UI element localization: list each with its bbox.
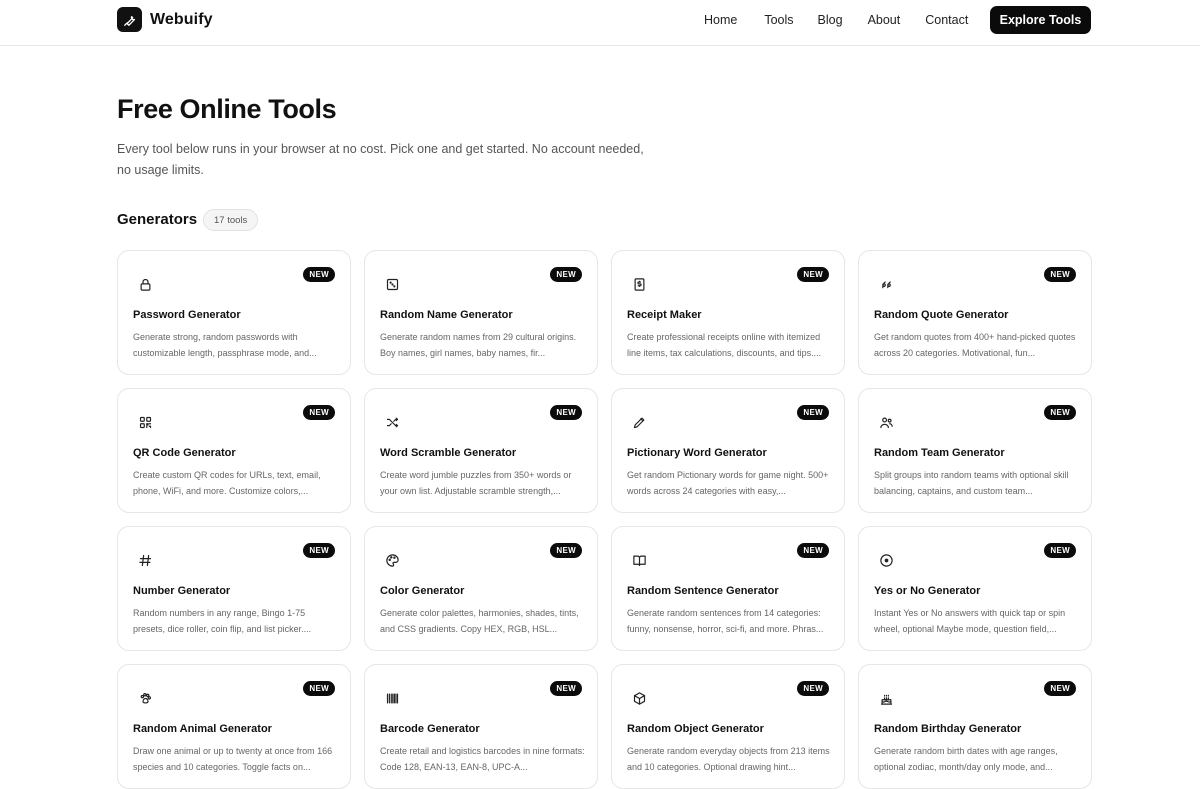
tool-card-description: Generate color palettes, harmonies, shad…: [380, 608, 579, 634]
lock-icon: [133, 272, 157, 296]
nav-link-home[interactable]: Home: [704, 13, 737, 27]
circle-dot-icon: [874, 548, 898, 572]
pencil-icon: [627, 410, 651, 434]
explore-tools-button[interactable]: Explore Tools: [990, 6, 1091, 34]
tool-card-description: Generate random birth dates with age ran…: [874, 746, 1058, 772]
tool-card-title: Random Birthday Generator: [874, 723, 1022, 735]
quote-icon: [874, 272, 898, 296]
tool-card-title: Yes or No Generator: [874, 585, 981, 597]
users-icon: [874, 410, 898, 434]
qr-code-icon: [133, 410, 157, 434]
new-badge: NEW: [1044, 405, 1076, 420]
tool-card[interactable]: NEW Yes or No Generator Instant Yes or No …: [858, 526, 1092, 651]
barcode-icon: [380, 686, 404, 710]
new-badge: NEW: [303, 681, 335, 696]
new-badge: NEW: [797, 681, 829, 696]
tool-card-description: Split groups into random teams with opti…: [874, 470, 1069, 496]
tool-card[interactable]: NEW Random Birthday Generator Generate ran…: [858, 664, 1092, 789]
tool-card-title: Random Quote Generator: [874, 309, 1009, 321]
box-icon: [627, 686, 651, 710]
tool-card-title: Barcode Generator: [380, 723, 480, 735]
nav-link-about[interactable]: About: [868, 13, 901, 27]
tool-card-title: Receipt Maker: [627, 309, 702, 321]
tool-card-description: Create custom QR codes for URLs, text, e…: [133, 470, 321, 496]
tool-card[interactable]: NEW Random Team Generator Split groups int…: [858, 388, 1092, 513]
tool-count-badge: 17 tools: [203, 209, 259, 231]
tool-card[interactable]: NEW Number Generator Random numbers in any…: [117, 526, 351, 651]
new-badge: NEW: [1044, 543, 1076, 558]
new-badge: NEW: [303, 405, 335, 420]
new-badge: NEW: [550, 681, 582, 696]
nav-link-tools[interactable]: Tools: [764, 13, 793, 27]
new-badge: NEW: [797, 267, 829, 282]
tool-card-description: Generate random names from 29 cultural o…: [380, 332, 577, 358]
new-badge: NEW: [797, 405, 829, 420]
tool-card[interactable]: NEW Random Sentence Generator Generate ran…: [611, 526, 845, 651]
tool-card-title: Password Generator: [133, 309, 241, 321]
cake-icon: [874, 686, 898, 710]
new-badge: NEW: [550, 267, 582, 282]
tool-card[interactable]: NEW Random Object Generator Generate rando…: [611, 664, 845, 789]
tool-card-description: Get random quotes from 400+ hand-picked …: [874, 332, 1076, 358]
tool-card-title: Pictionary Word Generator: [627, 447, 767, 459]
tool-card[interactable]: NEW Random Name Generator Generate random …: [364, 250, 598, 375]
tool-card-title: Random Sentence Generator: [627, 585, 779, 597]
tool-card-title: Color Generator: [380, 585, 465, 597]
tool-card[interactable]: NEW Word Scramble Generator Create word ju…: [364, 388, 598, 513]
tool-card[interactable]: NEW Pictionary Word Generator Get random P…: [611, 388, 845, 513]
tool-card-description: Create professional receipts online with…: [627, 332, 822, 358]
tool-card-description: Instant Yes or No answers with quick tap…: [874, 608, 1066, 634]
new-badge: NEW: [1044, 267, 1076, 282]
tool-card-description: Generate strong, random passwords with c…: [133, 332, 317, 358]
new-badge: NEW: [303, 543, 335, 558]
tool-card[interactable]: NEW Random Quote Generator Get random quot…: [858, 250, 1092, 375]
tool-card-title: QR Code Generator: [133, 447, 236, 459]
tool-card-description: Generate random sentences from 14 catego…: [627, 608, 824, 634]
tool-card[interactable]: NEW Receipt Maker Create professional rece…: [611, 250, 845, 375]
tool-card-description: Get random Pictionary words for game nig…: [627, 470, 829, 496]
page-title: Free Online Tools: [117, 94, 337, 124]
tool-card-title: Word Scramble Generator: [380, 447, 517, 459]
tool-card[interactable]: NEW Color Generator Generate color palette…: [364, 526, 598, 651]
nav-link-contact[interactable]: Contact: [925, 13, 968, 27]
book-open-icon: [627, 548, 651, 572]
main-nav: Home Tools Blog About Contact: [704, 0, 993, 40]
tool-card-title: Random Team Generator: [874, 447, 1005, 459]
new-badge: NEW: [303, 267, 335, 282]
paw-icon: [133, 686, 157, 710]
shuffle-icon: [380, 410, 404, 434]
receipt-icon: [627, 272, 651, 296]
tool-card[interactable]: NEW QR Code Generator Create custom QR cod…: [117, 388, 351, 513]
tool-card-title: Random Animal Generator: [133, 723, 272, 735]
dice-icon: [380, 272, 404, 296]
hash-icon: [133, 548, 157, 572]
nav-link-blog[interactable]: Blog: [818, 13, 843, 27]
tool-card[interactable]: NEW Barcode Generator Create retail and lo…: [364, 664, 598, 789]
tool-card-title: Number Generator: [133, 585, 231, 597]
section-title: Generators: [117, 211, 198, 228]
tool-card-description: Draw one animal or up to twenty at once …: [133, 746, 333, 772]
page-subtitle: Every tool below runs in your browser at…: [117, 142, 644, 177]
brand-link[interactable]: Webuify: [117, 7, 213, 32]
new-badge: NEW: [550, 405, 582, 420]
palette-icon: [380, 548, 404, 572]
tool-card-title: Random Object Generator: [627, 723, 764, 735]
new-badge: NEW: [550, 543, 582, 558]
wrench-icon: [117, 7, 142, 32]
tool-card-description: Create word jumble puzzles from 350+ wor…: [380, 470, 572, 496]
new-badge: NEW: [1044, 681, 1076, 696]
tool-card-title: Random Name Generator: [380, 309, 513, 321]
tool-card-description: Generate random everyday objects from 21…: [627, 746, 830, 772]
site-header: Webuify Home Tools Blog About Contact Ex…: [0, 0, 1200, 46]
new-badge: NEW: [797, 543, 829, 558]
tool-card-description: Random numbers in any range, Bingo 1-75 …: [133, 608, 312, 634]
tool-card[interactable]: NEW Random Animal Generator Draw one anima…: [117, 664, 351, 789]
tool-card-description: Create retail and logistics barcodes in …: [380, 746, 585, 772]
tools-grid: NEW Password Generator Generate strong, ra…: [117, 250, 1092, 789]
brand-name: Webuify: [150, 10, 213, 28]
tool-card[interactable]: NEW Password Generator Generate strong, ra…: [117, 250, 351, 375]
